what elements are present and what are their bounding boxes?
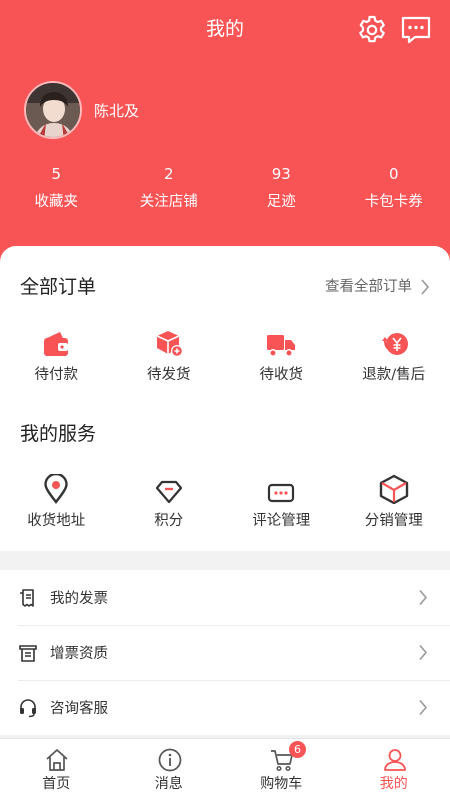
receipt-icon <box>19 644 37 662</box>
orders-services-card: 全部订单 查看全部订单 待付款 待发货 待收货 退款/售后 我的服务 收货地址 … <box>0 246 450 551</box>
stat-favorites[interactable]: 5 收藏夹 <box>0 162 113 214</box>
settings-list: 我的发票 增票资质 咨询客服 <box>0 570 450 735</box>
list-item-customer-service[interactable]: 咨询客服 <box>0 680 450 735</box>
order-label: 退款/售后 <box>362 367 426 383</box>
wallet-icon <box>44 332 69 356</box>
chevron-right-icon <box>421 279 430 295</box>
avatar[interactable] <box>24 81 82 139</box>
stat-footprints[interactable]: 93 足迹 <box>225 162 338 214</box>
invoice-icon <box>20 588 34 607</box>
service-address[interactable]: 收货地址 <box>0 472 113 532</box>
order-pending-receipt[interactable]: 待收货 <box>225 326 338 386</box>
order-status-grid: 待付款 待发货 待收货 退款/售后 <box>0 326 450 386</box>
service-label: 收货地址 <box>27 513 86 529</box>
service-comments[interactable]: 评论管理 <box>225 472 338 532</box>
tab-home[interactable]: 首页 <box>0 739 113 800</box>
view-all-orders-link[interactable]: 查看全部订单 <box>325 276 430 298</box>
order-refund[interactable]: 退款/售后 <box>338 326 450 386</box>
tab-cart[interactable]: 6 购物车 <box>225 739 338 800</box>
tab-messages[interactable]: 消息 <box>113 739 226 800</box>
tab-label: 购物车 <box>260 776 303 792</box>
username[interactable]: 陈北及 <box>94 100 139 122</box>
info-icon <box>158 748 181 772</box>
location-pin-icon <box>44 474 68 504</box>
cart-badge: 6 <box>289 741 306 758</box>
tab-mine[interactable]: 我的 <box>338 739 450 800</box>
order-label: 待发货 <box>147 367 191 383</box>
list-item-label: 咨询客服 <box>50 701 108 717</box>
view-all-orders-label: 查看全部订单 <box>325 279 412 295</box>
stat-label: 收藏夹 <box>34 194 79 210</box>
refund-yen-icon <box>381 333 408 355</box>
stat-label: 足迹 <box>266 194 296 210</box>
stat-value: 0 <box>388 165 399 183</box>
bottom-tab-bar: 首页 消息 6 购物车 我的 <box>0 738 450 800</box>
tab-label: 消息 <box>154 776 183 792</box>
tab-label: 首页 <box>42 776 71 792</box>
order-pending-shipment[interactable]: 待发货 <box>113 326 226 386</box>
diamond-icon <box>155 480 182 504</box>
stats-row: 5 收藏夹 2 关注店铺 93 足迹 0 卡包卡券 <box>0 162 450 214</box>
headset-icon <box>20 698 36 717</box>
service-label: 评论管理 <box>252 513 311 529</box>
chevron-right-icon <box>419 644 428 661</box>
user-avatar-photo <box>26 83 80 137</box>
service-label: 分销管理 <box>364 513 423 529</box>
orders-title: 全部订单 <box>20 276 97 298</box>
order-pending-payment[interactable]: 待付款 <box>0 326 113 386</box>
stat-value: 2 <box>163 165 174 183</box>
package-icon <box>156 331 183 357</box>
stat-coupons[interactable]: 0 卡包卡券 <box>338 162 450 214</box>
services-title: 我的服务 <box>20 423 97 445</box>
home-icon <box>46 749 68 771</box>
gear-icon[interactable] <box>356 14 388 46</box>
list-item-invoice[interactable]: 我的发票 <box>0 570 450 625</box>
stat-followed-shops[interactable]: 2 关注店铺 <box>113 162 226 214</box>
services-grid: 收货地址 积分 评论管理 分销管理 <box>0 472 450 532</box>
stat-value: 93 <box>271 165 291 183</box>
stat-label: 关注店铺 <box>139 194 198 210</box>
stat-value: 5 <box>51 165 62 183</box>
order-label: 待付款 <box>34 367 79 383</box>
chevron-right-icon <box>419 699 428 716</box>
chevron-right-icon <box>419 589 428 606</box>
tab-label: 我的 <box>379 776 408 792</box>
order-label: 待收货 <box>259 367 304 383</box>
cube-icon <box>379 474 408 504</box>
service-label: 积分 <box>154 513 184 529</box>
service-distribution[interactable]: 分销管理 <box>338 472 450 532</box>
person-icon <box>383 749 406 771</box>
truck-icon <box>267 335 296 357</box>
chat-bubble-icon[interactable] <box>400 14 432 46</box>
comment-icon <box>268 483 295 503</box>
list-item-vat-qualification[interactable]: 增票资质 <box>0 625 450 680</box>
list-item-label: 增票资质 <box>50 646 108 662</box>
stat-label: 卡包卡券 <box>364 194 423 210</box>
service-points[interactable]: 积分 <box>113 472 226 532</box>
list-item-label: 我的发票 <box>50 591 108 607</box>
